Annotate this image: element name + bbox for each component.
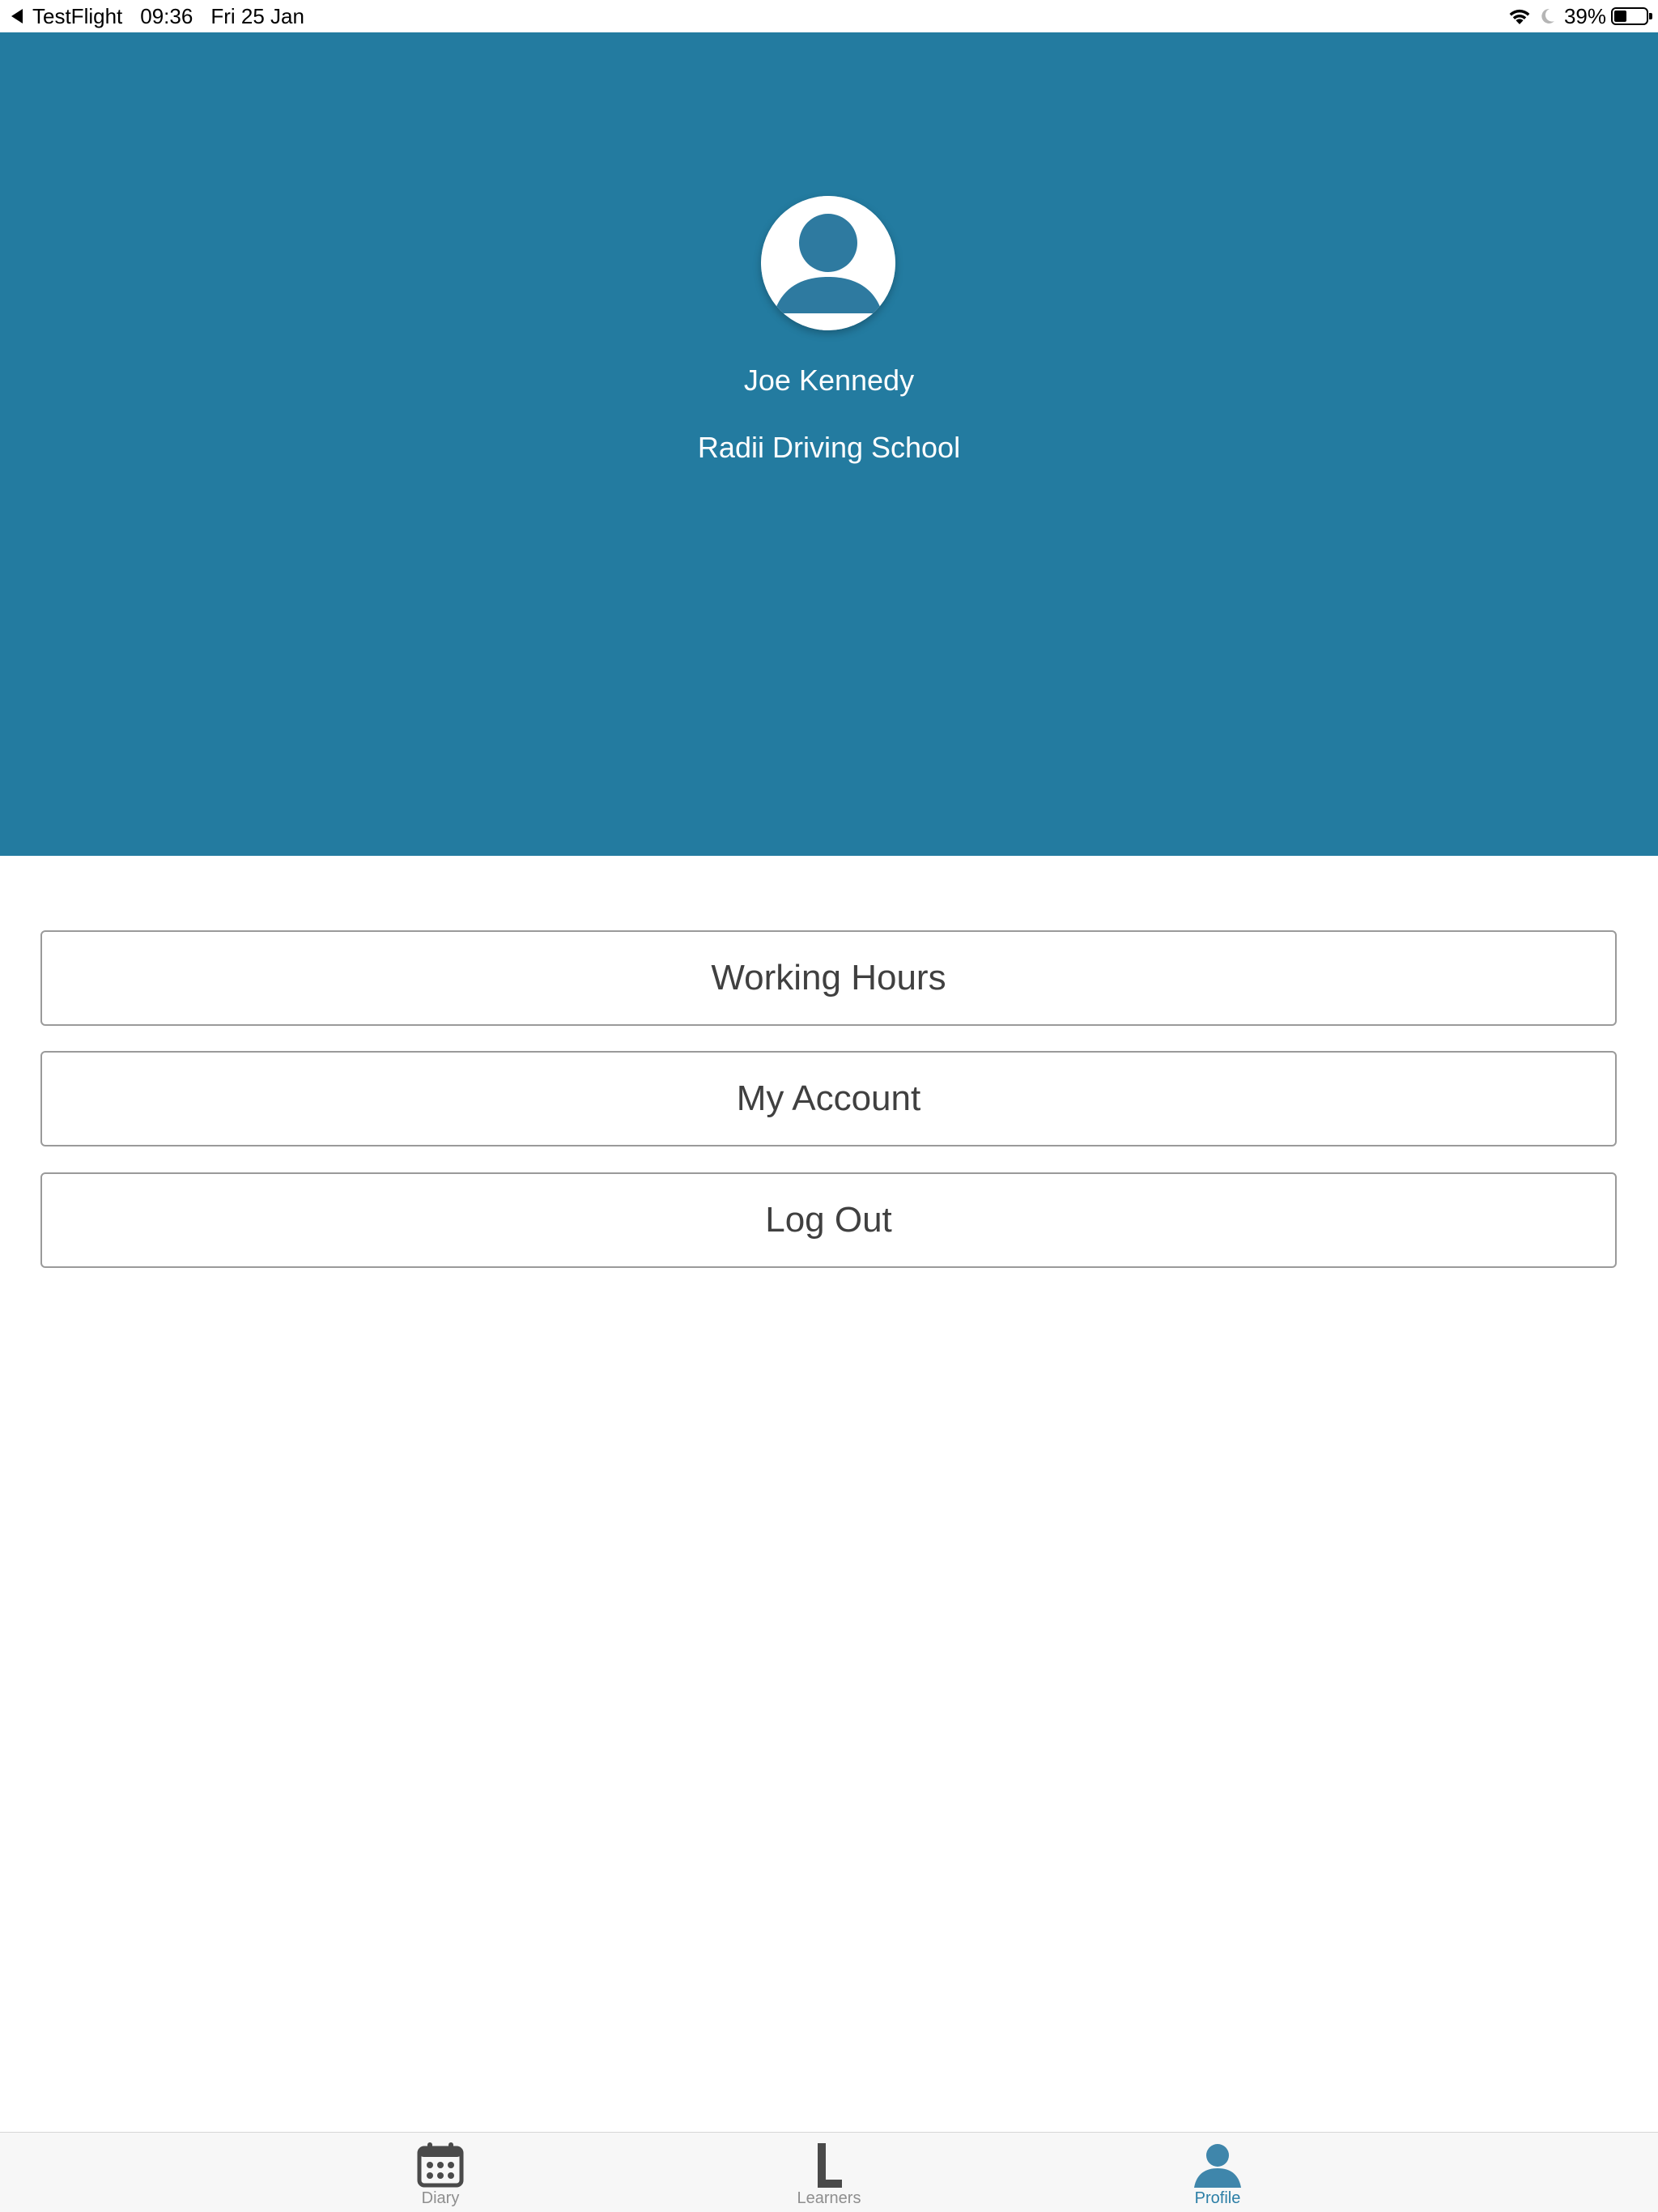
tab-bar: Diary Learners Profile [0,2132,1658,2212]
battery-percent: 39% [1563,4,1606,28]
do-not-disturb-moon-icon [1540,7,1556,25]
profile-header: Joe Kennedy Radii Driving School [0,32,1658,856]
status-date: Fri 25 Jan [210,4,304,28]
calendar-icon [416,2141,465,2189]
status-bar: TestFlight 09:36 Fri 25 Jan 39% [0,0,1658,32]
learner-plate-icon [805,2141,853,2189]
status-right: 39% [1507,0,1652,32]
profile-screen: TestFlight 09:36 Fri 25 Jan 39% Joe Kenn… [0,0,1658,2212]
tab-learners-label: Learners [797,2189,861,2207]
person-icon [1193,2141,1242,2189]
user-silhouette-icon [761,196,895,330]
battery-level-fill [1614,11,1626,22]
profile-school: Radii Driving School [697,431,961,464]
back-to-app[interactable]: TestFlight 09:36 Fri 25 Jan [11,0,304,32]
avatar[interactable] [761,196,895,330]
log-out-button[interactable]: Log Out [40,1172,1617,1268]
tab-learners[interactable]: Learners [772,2133,886,2212]
tab-profile-label: Profile [1194,2189,1241,2207]
back-arrow-icon [11,9,23,23]
my-account-button[interactable]: My Account [40,1051,1617,1146]
status-time: 09:36 [140,4,193,28]
tab-diary-label: Diary [421,2189,460,2207]
wifi-icon [1507,7,1532,25]
back-app-label: TestFlight [32,4,123,28]
profile-name: Joe Kennedy [743,364,915,397]
tab-profile[interactable]: Profile [1161,2133,1274,2212]
tab-diary[interactable]: Diary [384,2133,497,2212]
working-hours-button[interactable]: Working Hours [40,930,1617,1026]
battery-icon [1611,7,1652,25]
